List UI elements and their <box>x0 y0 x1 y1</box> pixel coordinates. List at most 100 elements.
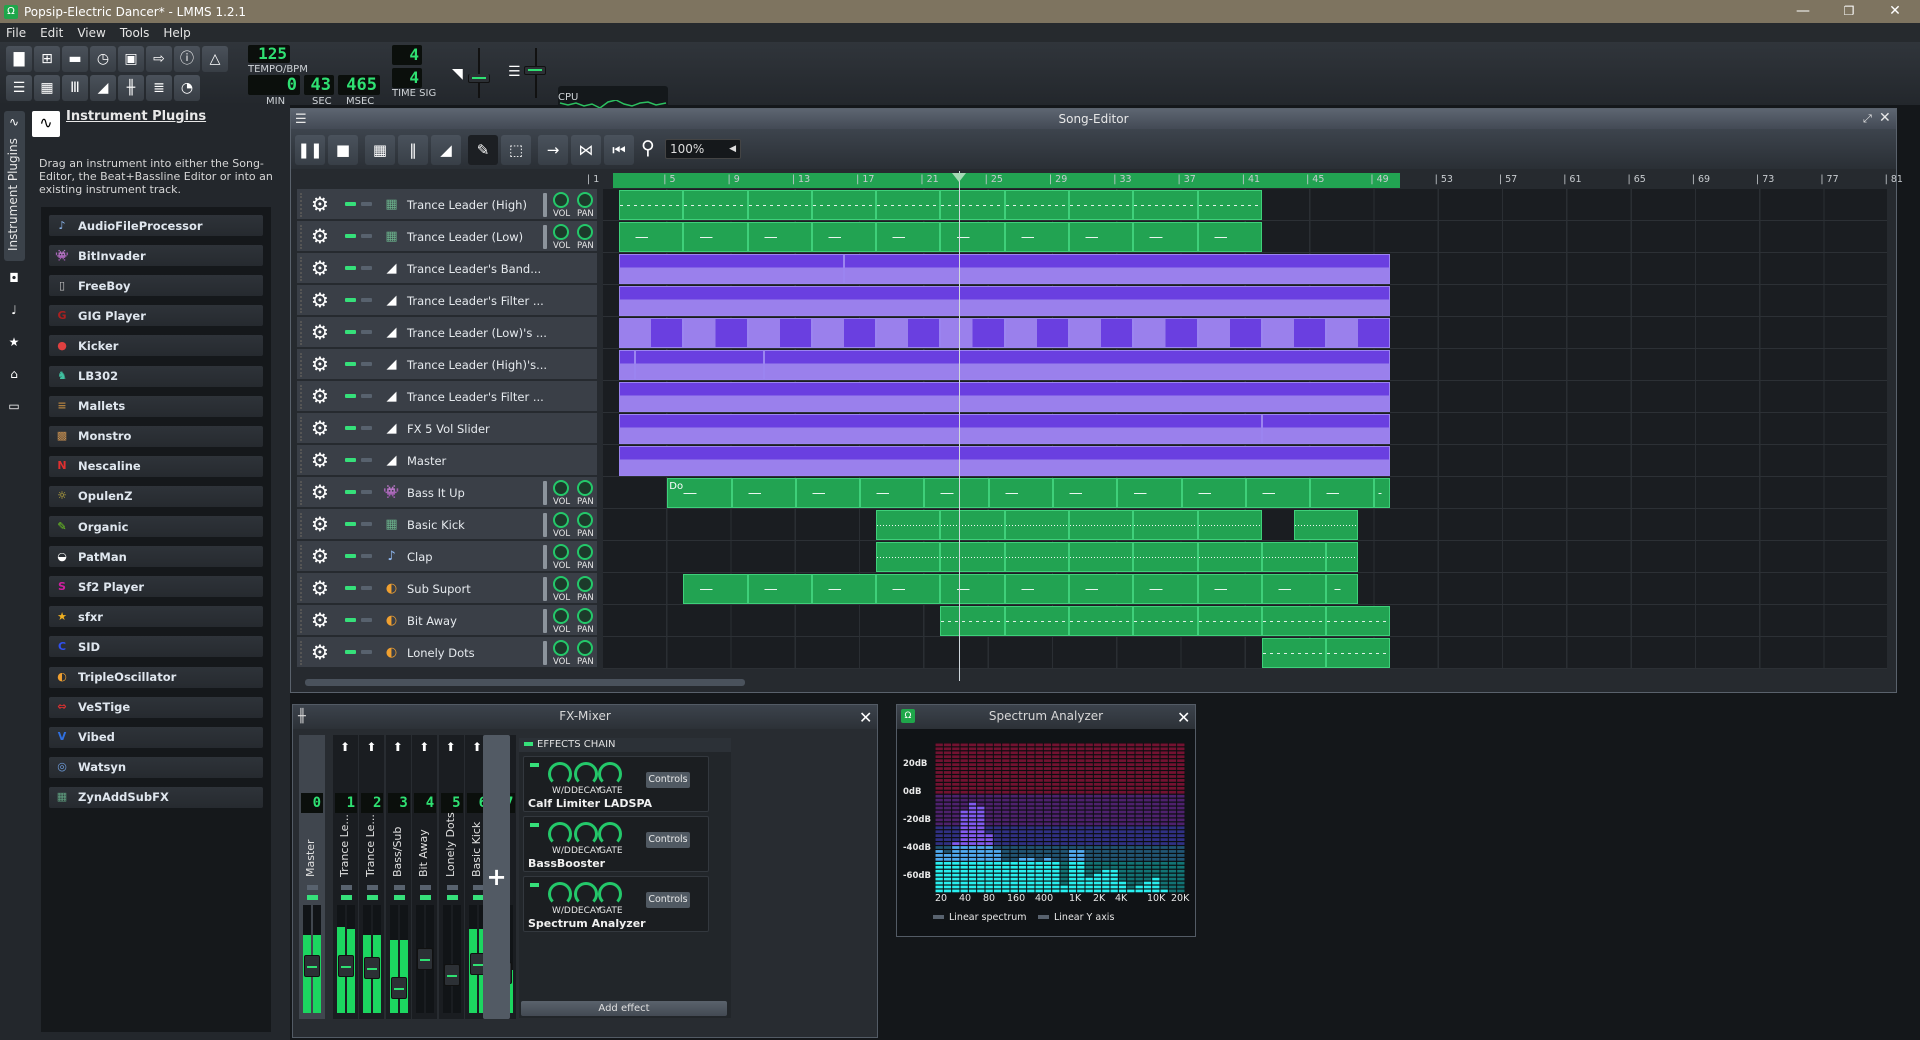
track-name[interactable]: Lonely Dots <box>407 646 475 660</box>
track-name[interactable]: Master <box>407 454 446 468</box>
mixer-channel[interactable]: 0 Master <box>299 735 325 1019</box>
solo-toggle[interactable] <box>341 885 352 890</box>
pattern-clip[interactable] <box>1197 222 1262 252</box>
add-sample-track-button[interactable]: ‖ <box>398 135 428 165</box>
pattern-clip[interactable] <box>1326 638 1391 668</box>
gear-icon[interactable]: ⚙ <box>311 577 329 599</box>
track-lane[interactable] <box>603 381 1887 413</box>
my-presets-icon[interactable]: ♩ <box>7 303 21 317</box>
send-arrow-icon[interactable]: ⬆ <box>366 740 376 754</box>
mute-toggle[interactable] <box>345 426 356 430</box>
mute-toggle[interactable] <box>345 522 356 526</box>
minimize-button[interactable]: — <box>1780 0 1826 23</box>
pattern-clip[interactable] <box>1197 510 1262 540</box>
save-icon[interactable]: ▣ <box>118 46 144 72</box>
plugin-item[interactable]: 👾 BitInvader <box>49 245 263 267</box>
open-project-icon[interactable]: ▬ <box>62 46 88 72</box>
mute-toggle[interactable] <box>345 490 356 494</box>
automation-pattern[interactable] <box>747 318 812 348</box>
drag-handle[interactable] <box>300 225 303 249</box>
drag-handle[interactable] <box>300 641 303 665</box>
automation-pattern[interactable] <box>1261 414 1391 444</box>
solo-toggle[interactable] <box>361 394 372 398</box>
solo-toggle[interactable] <box>361 618 372 622</box>
volume-knob[interactable] <box>553 544 569 560</box>
pattern-clip[interactable] <box>1133 542 1198 572</box>
wd-knob[interactable] <box>548 882 572 906</box>
track-lane[interactable] <box>603 509 1887 541</box>
zoom-dropdown[interactable]: 100% ◀ <box>665 139 741 159</box>
spectrum-title-bar[interactable]: Ω Spectrum Analyzer ✕ <box>897 705 1195 729</box>
mute-toggle[interactable] <box>341 895 352 900</box>
mute-toggle[interactable] <box>345 586 356 590</box>
pan-knob[interactable] <box>577 544 593 560</box>
solo-toggle[interactable] <box>361 522 372 526</box>
drag-handle[interactable] <box>300 609 303 633</box>
solo-toggle[interactable] <box>393 885 405 890</box>
pattern-clip[interactable]: Do <box>667 478 732 508</box>
pattern-clip[interactable] <box>1197 542 1262 572</box>
pattern-clip[interactable] <box>940 190 1005 220</box>
tempo-display[interactable]: 125 <box>248 45 290 63</box>
plugin-item[interactable]: ⇔ VeSTige <box>49 696 263 718</box>
track-header[interactable]: ⚙ ◐ Lonely Dots VOL PAN <box>297 637 597 668</box>
volume-knob[interactable] <box>553 576 569 592</box>
solo-toggle[interactable] <box>361 234 372 238</box>
mute-toggle[interactable] <box>345 362 356 366</box>
pan-knob[interactable] <box>577 224 593 240</box>
drag-handle[interactable] <box>300 193 303 217</box>
send-arrow-icon[interactable]: ⬆ <box>340 740 350 754</box>
loop-points-button[interactable]: ⋈ <box>571 135 601 165</box>
mixer-channel[interactable]: ⬆ 4 Bit Away <box>412 735 438 1019</box>
pattern-clip[interactable] <box>811 222 877 252</box>
plugin-item[interactable]: V Vibed <box>49 726 263 748</box>
track-name[interactable]: Bass It Up <box>407 486 465 500</box>
plugin-item[interactable]: ● Kicker <box>49 335 263 357</box>
pattern-clip[interactable] <box>876 574 941 604</box>
automation-pattern[interactable] <box>635 350 764 380</box>
volume-knob[interactable] <box>553 192 569 208</box>
mute-toggle[interactable] <box>345 554 356 558</box>
fx-mixer-icon[interactable]: ╫ <box>118 75 144 101</box>
solo-toggle[interactable] <box>367 885 379 890</box>
effect-enable-toggle[interactable] <box>530 883 539 887</box>
channel-name[interactable]: Lonely Dots <box>444 767 457 877</box>
track-header[interactable]: ⚙ ◢ Master <box>297 445 597 476</box>
track-name[interactable]: FX 5 Vol Slider <box>407 422 490 436</box>
pattern-clip[interactable] <box>1326 574 1359 604</box>
pattern-clip[interactable] <box>876 542 941 572</box>
gear-icon[interactable]: ⚙ <box>311 481 329 503</box>
track-name[interactable]: Clap <box>407 550 433 564</box>
track-lane[interactable] <box>603 445 1887 477</box>
automation-pattern[interactable] <box>876 318 941 348</box>
close-icon[interactable]: ✕ <box>1177 707 1190 729</box>
track-lane[interactable]: Do <box>603 477 1887 509</box>
gear-icon[interactable]: ⚙ <box>311 257 329 279</box>
solo-toggle[interactable] <box>446 885 458 890</box>
controls-button[interactable]: Controls <box>646 772 690 788</box>
pattern-clip[interactable] <box>619 190 684 220</box>
send-arrow-icon[interactable]: ⬆ <box>419 740 429 754</box>
project-notes-icon[interactable]: ≣ <box>146 75 172 101</box>
solo-toggle[interactable] <box>361 202 372 206</box>
gear-icon[interactable]: ⚙ <box>311 609 329 631</box>
mute-toggle[interactable] <box>367 895 379 900</box>
tab-instrument-plugins[interactable]: ∿ Instrument Plugins <box>4 111 25 261</box>
send-arrow-icon[interactable]: ⬆ <box>446 740 456 754</box>
new-from-template-icon[interactable]: ⊞ <box>34 46 60 72</box>
pattern-clip[interactable] <box>1261 606 1327 636</box>
track-name[interactable]: Trance Leader (Low)'s ... <box>407 326 547 340</box>
automation-pattern[interactable] <box>619 254 845 284</box>
controls-button[interactable]: Controls <box>646 832 690 848</box>
plugin-item[interactable]: ◎ Watsyn <box>49 756 263 778</box>
track-name[interactable]: Trance Leader's Band... <box>407 262 541 276</box>
menu-edit[interactable]: Edit <box>40 26 63 40</box>
drag-handle[interactable] <box>300 513 303 537</box>
pattern-clip[interactable] <box>1245 478 1311 508</box>
gate-knob[interactable] <box>598 882 622 906</box>
pattern-clip[interactable] <box>619 222 684 252</box>
mute-toggle[interactable] <box>446 895 458 900</box>
controls-button[interactable]: Controls <box>646 892 690 908</box>
track-header[interactable]: ⚙ ◢ Trance Leader (High)'s... <box>297 349 597 380</box>
metronome-icon[interactable]: △ <box>202 46 228 72</box>
